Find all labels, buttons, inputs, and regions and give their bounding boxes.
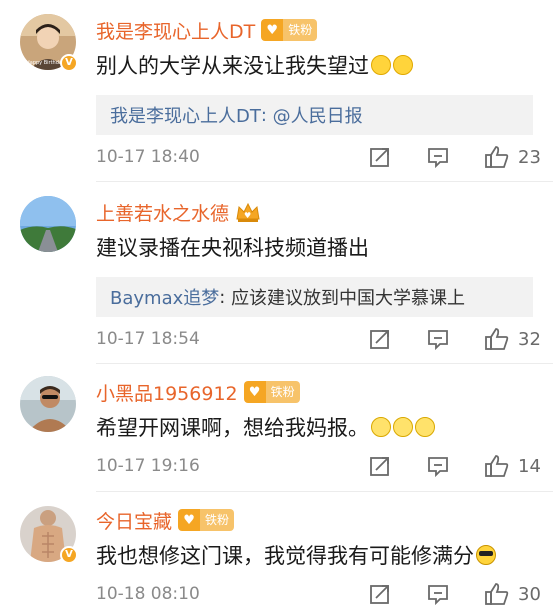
- verified-icon: V: [60, 54, 78, 72]
- like-count: 23: [518, 146, 541, 168]
- avatar[interactable]: [20, 376, 76, 432]
- like-button[interactable]: 32: [484, 325, 541, 353]
- share-button[interactable]: [368, 325, 392, 353]
- like-icon: [485, 146, 509, 168]
- timestamp: 10-17 18:40: [96, 147, 200, 167]
- comment-icon: [428, 457, 448, 478]
- smile-emoji-icon: [371, 417, 391, 437]
- action-bar: 23: [368, 143, 553, 171]
- comment-item: 小黑品1956912 ♥ 铁粉 希望开网课啊，想给我妈报。 10-17 19:1…: [0, 364, 553, 492]
- reply-text[interactable]: @人民日报: [273, 102, 363, 128]
- fan-badge-label: 铁粉: [265, 381, 300, 403]
- like-button[interactable]: 14: [484, 452, 541, 480]
- smile-emoji-icon: [393, 417, 413, 437]
- comment-icon: [428, 330, 448, 351]
- username[interactable]: 我是李现心上人DT: [96, 17, 255, 44]
- fan-badge-label: 铁粉: [283, 19, 318, 41]
- username[interactable]: 今日宝藏: [96, 507, 172, 534]
- comment-icon: [428, 148, 448, 169]
- heart-icon: ♥: [261, 19, 284, 41]
- action-bar: 32: [368, 325, 553, 353]
- username[interactable]: 上善若水之水德: [96, 199, 229, 226]
- action-bar: 30: [368, 580, 553, 608]
- svg-text:♥: ♥: [244, 211, 251, 220]
- comment-item: Happy Birthday V 我是李现心上人DT ♥ 铁粉 别人的大学从来没…: [0, 0, 553, 182]
- comment-button[interactable]: [426, 452, 450, 480]
- share-button[interactable]: [368, 580, 392, 608]
- fan-badge: ♥ 铁粉: [178, 509, 235, 531]
- like-count: 32: [518, 328, 541, 350]
- comment-button[interactable]: [426, 580, 450, 608]
- fan-badge: ♥ 铁粉: [243, 381, 300, 403]
- comment-text-body: 我也想修这门课，我觉得我有可能修满分: [96, 544, 474, 568]
- username[interactable]: 小黑品1956912: [96, 379, 238, 406]
- like-icon: [485, 328, 509, 350]
- comment-text-body: 希望开网课啊，想给我妈报。: [96, 416, 369, 440]
- like-icon: [485, 455, 509, 477]
- share-icon: [370, 585, 389, 604]
- comment-meta: 10-17 18:40 23: [96, 143, 553, 171]
- comment-icon: [428, 585, 448, 606]
- timestamp: 10-18 08:10: [96, 584, 200, 604]
- reply-preview[interactable]: Baymax追梦: 应该建议放到中国大学慕课上: [96, 277, 533, 317]
- comment-button[interactable]: [426, 325, 450, 353]
- share-icon: [370, 148, 389, 167]
- crown-icon: ♥: [236, 202, 260, 222]
- reply-separator: :: [219, 286, 226, 308]
- like-icon: [485, 583, 509, 605]
- comment-button[interactable]: [426, 143, 450, 171]
- avatar[interactable]: [20, 196, 76, 252]
- comment-header: 小黑品1956912 ♥ 铁粉: [96, 378, 300, 406]
- comment-header: 我是李现心上人DT ♥ 铁粉: [96, 16, 318, 44]
- verified-icon: V: [60, 546, 78, 564]
- reply-text: 应该建议放到中国大学慕课上: [231, 288, 466, 309]
- share-icon: [370, 330, 389, 349]
- comment-meta: 10-18 08:10 30: [96, 580, 553, 608]
- comment-meta: 10-17 18:54 32: [96, 325, 553, 353]
- reply-preview[interactable]: 我是李现心上人DT: @人民日报: [96, 95, 533, 135]
- comment-text-body: 别人的大学从来没让我失望过: [96, 54, 369, 78]
- comment-text: 建议录播在央视科技频道播出: [96, 232, 369, 262]
- comment-meta: 10-17 19:16 14: [96, 452, 553, 480]
- like-button[interactable]: 23: [484, 143, 541, 171]
- comment-header: 今日宝藏 ♥ 铁粉: [96, 506, 235, 534]
- like-count: 30: [518, 583, 541, 605]
- comment-text: 我也想修这门课，我觉得我有可能修满分: [96, 540, 496, 570]
- like-button[interactable]: 30: [484, 580, 541, 608]
- reply-user[interactable]: 我是李现心上人DT: [110, 102, 261, 128]
- comment-header: 上善若水之水德 ♥: [96, 198, 261, 226]
- reply-user[interactable]: Baymax追梦: [110, 284, 219, 310]
- like-count: 14: [518, 455, 541, 477]
- comment-item: V 今日宝藏 ♥ 铁粉 我也想修这门课，我觉得我有可能修满分 10-18 08:…: [0, 492, 553, 613]
- smile-emoji-icon: [415, 417, 435, 437]
- share-icon: [370, 457, 389, 476]
- cool-emoji-icon: [476, 545, 496, 565]
- heart-icon: ♥: [243, 381, 266, 403]
- heart-icon: ♥: [178, 509, 201, 531]
- share-button[interactable]: [368, 143, 392, 171]
- reply-separator: :: [260, 104, 267, 126]
- laugh-emoji-icon: [371, 55, 391, 75]
- laugh-emoji-icon: [393, 55, 413, 75]
- fan-badge: ♥ 铁粉: [261, 19, 318, 41]
- comment-text: 别人的大学从来没让我失望过: [96, 50, 413, 80]
- action-bar: 14: [368, 452, 553, 480]
- timestamp: 10-17 19:16: [96, 456, 200, 476]
- timestamp: 10-17 18:54: [96, 329, 200, 349]
- fan-badge-label: 铁粉: [200, 509, 235, 531]
- comment-item: 上善若水之水德 ♥ 建议录播在央视科技频道播出 Baymax追梦: 应该建议放到…: [0, 182, 553, 364]
- comment-text-body: 建议录播在央视科技频道播出: [96, 236, 369, 260]
- comment-text: 希望开网课啊，想给我妈报。: [96, 412, 435, 442]
- share-button[interactable]: [368, 452, 392, 480]
